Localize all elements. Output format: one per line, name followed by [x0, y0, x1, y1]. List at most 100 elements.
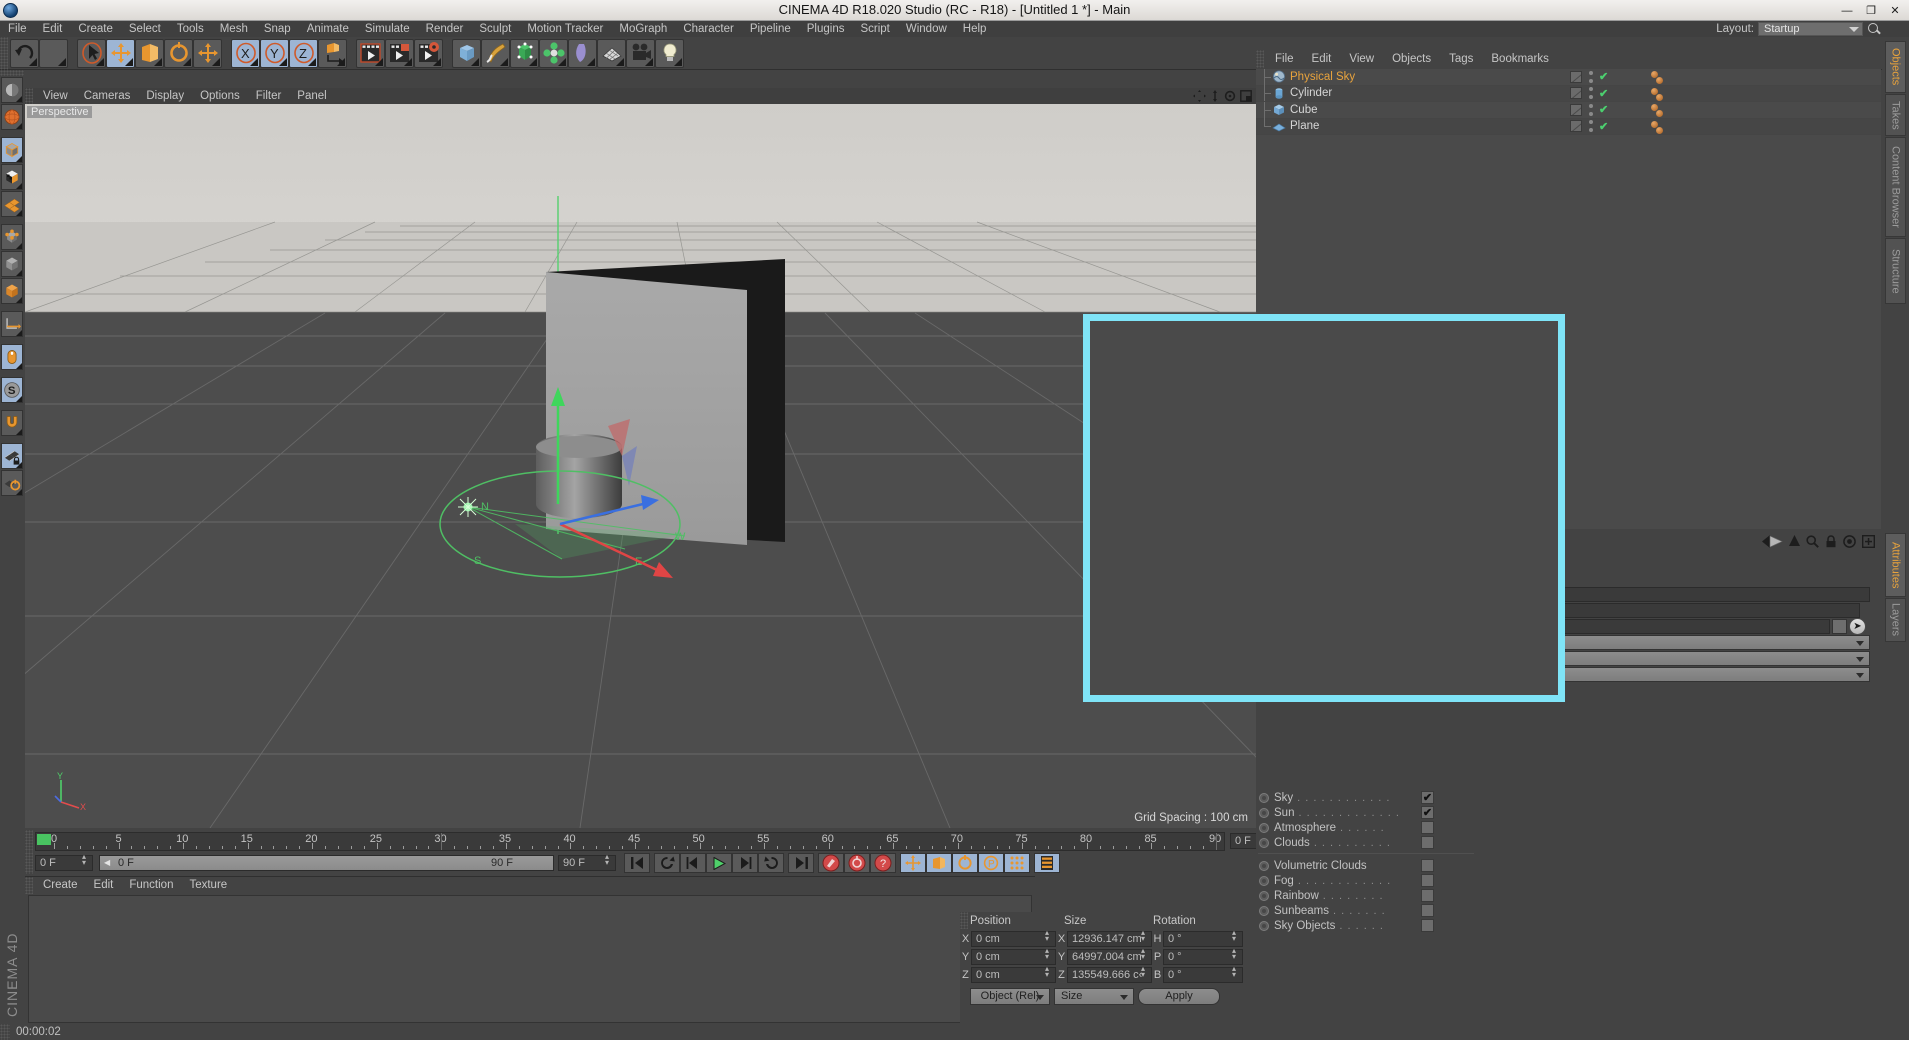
stepper-icon[interactable] [1232, 928, 1240, 945]
key-scale-button[interactable] [926, 853, 952, 873]
expand-arrow-button[interactable] [1832, 618, 1847, 634]
rotation-field-b[interactable]: 0 ° [1163, 964, 1243, 983]
layout-dropdown[interactable]: Startup [1758, 22, 1863, 36]
stepper-icon[interactable] [1232, 964, 1240, 981]
point-mode-button[interactable] [1, 224, 23, 250]
nurbs-generator-button[interactable] [510, 38, 539, 68]
editable-object-button[interactable] [1, 137, 23, 163]
checkbox-volumetric-clouds[interactable] [1421, 859, 1434, 872]
menu-item-tools[interactable]: Tools [169, 21, 212, 37]
size-field-y[interactable]: 64997.004 cm [1067, 946, 1152, 965]
visibility-dots[interactable] [1588, 87, 1593, 99]
timeline-playhead[interactable] [441, 833, 443, 850]
preview-end-field[interactable]: 90 F [558, 852, 616, 871]
stepper-icon[interactable] [1045, 946, 1053, 963]
checkbox-rainbow[interactable] [1421, 889, 1434, 902]
stepper-icon[interactable] [1141, 964, 1149, 981]
perspective-viewport[interactable]: S E N W [25, 104, 1256, 828]
position-field-z[interactable]: 0 cm [971, 964, 1056, 983]
record-keyframe-button[interactable] [818, 853, 844, 873]
current-frame-marker[interactable] [37, 834, 51, 845]
menu-item-snap[interactable]: Snap [256, 21, 299, 37]
object-menu-objects[interactable]: Objects [1383, 50, 1440, 68]
camera-button[interactable] [626, 38, 655, 68]
rotate-view-icon[interactable] [1224, 90, 1236, 102]
viewport-menu-panel[interactable]: Panel [289, 88, 334, 104]
size-field-x[interactable]: 12936.147 cm [1067, 928, 1152, 947]
animate-toggle-sky[interactable] [1259, 792, 1269, 803]
stepper-icon[interactable] [1232, 946, 1240, 963]
menu-item-sculpt[interactable]: Sculpt [471, 21, 519, 37]
mouse-viewport-button[interactable] [1, 344, 23, 370]
timeline-button[interactable] [1034, 853, 1060, 873]
coordinate-mode-dropdown[interactable]: Object (Rel) [970, 987, 1050, 1005]
panel-grip-icon[interactable] [0, 36, 8, 70]
animate-toggle-sky-objects[interactable] [1259, 920, 1269, 931]
viewport-menu-cameras[interactable]: Cameras [76, 88, 139, 104]
world-object-axis-button[interactable] [318, 38, 347, 68]
visibility-dots[interactable] [1588, 120, 1593, 132]
render-picture-viewer-button[interactable] [385, 38, 414, 68]
material-menu-edit[interactable]: Edit [86, 877, 122, 894]
play-backwards-loop-button[interactable] [654, 853, 680, 873]
checkbox-atmosphere[interactable] [1421, 821, 1434, 834]
panel-grip-icon[interactable] [1256, 50, 1264, 68]
lock-icon[interactable] [1825, 535, 1837, 548]
key-position-button[interactable] [900, 853, 926, 873]
material-menu-function[interactable]: Function [121, 877, 181, 894]
animate-toggle-volumetric-clouds[interactable] [1259, 860, 1269, 871]
preview-range-slider[interactable]: 0 F 90 F [99, 855, 554, 871]
pick-object-icon[interactable]: ➤ [1849, 617, 1866, 635]
undo-button[interactable] [10, 38, 39, 68]
panel-tab-content-browser[interactable]: Content Browser [1885, 137, 1906, 237]
animate-toggle-rainbow[interactable] [1259, 890, 1269, 901]
go-to-start-button[interactable] [624, 853, 650, 873]
panel-grip-icon[interactable] [0, 1024, 10, 1040]
new-attribute-icon[interactable] [1862, 535, 1875, 548]
animate-toggle-fog[interactable] [1259, 875, 1269, 886]
render-region-button[interactable] [1, 104, 23, 130]
material-menu-create[interactable]: Create [35, 877, 86, 894]
highlight-selection-overlay[interactable] [1083, 314, 1565, 702]
workplane-rotate-button[interactable] [1, 470, 23, 496]
keyframe-selection-button[interactable]: ? [870, 853, 896, 873]
object-name[interactable]: Plane [1290, 120, 1319, 132]
panel-tab-attributes[interactable]: Attributes [1885, 533, 1906, 597]
move-button[interactable] [106, 38, 135, 68]
visibility-dots[interactable] [1588, 70, 1593, 83]
stepper-icon[interactable] [1141, 946, 1149, 963]
menu-item-edit[interactable]: Edit [35, 21, 71, 37]
animate-toggle-atmosphere[interactable] [1259, 822, 1269, 833]
stepper-icon[interactable] [605, 852, 613, 869]
light-button[interactable] [655, 38, 684, 68]
viewport-menu-filter[interactable]: Filter [248, 88, 290, 104]
object-row[interactable]: Plane ✔ [1256, 118, 1881, 135]
minimize-button[interactable]: — [1835, 2, 1859, 19]
render-settings-button[interactable] [414, 38, 443, 68]
checkbox-sky[interactable]: ✔ [1421, 791, 1434, 804]
menu-item-character[interactable]: Character [675, 21, 742, 37]
panel-tab-layers[interactable]: Layers [1885, 598, 1906, 642]
animate-toggle-clouds[interactable] [1259, 837, 1269, 848]
move-alt-button[interactable] [193, 38, 222, 68]
maximize-button[interactable]: ❐ [1859, 2, 1883, 19]
size-mode-dropdown[interactable]: Size [1054, 987, 1134, 1005]
autokeying-button[interactable] [844, 853, 870, 873]
axis-x-button[interactable]: X [231, 38, 260, 68]
menu-item-plugins[interactable]: Plugins [799, 21, 853, 37]
apply-button[interactable]: Apply [1138, 987, 1220, 1005]
panel-grip-icon[interactable] [25, 877, 33, 894]
enable-check-icon[interactable]: ✔ [1599, 87, 1608, 100]
panel-grip-icon[interactable] [25, 852, 33, 874]
axis-z-button[interactable]: Z [289, 38, 318, 68]
menu-item-window[interactable]: Window [898, 21, 955, 37]
panel-grip-icon[interactable] [0, 70, 24, 76]
enable-check-icon[interactable]: ✔ [1599, 120, 1608, 133]
rotate-button[interactable] [164, 38, 193, 68]
axis-mode-button[interactable] [1, 311, 23, 337]
menu-item-mograph[interactable]: MoGraph [611, 21, 675, 37]
panel-tab-structure[interactable]: Structure [1885, 238, 1906, 304]
timeline-range-end-marker[interactable] [1216, 833, 1217, 850]
visibility-toggle[interactable] [1570, 103, 1582, 116]
checkbox-sky-objects[interactable] [1421, 919, 1434, 932]
